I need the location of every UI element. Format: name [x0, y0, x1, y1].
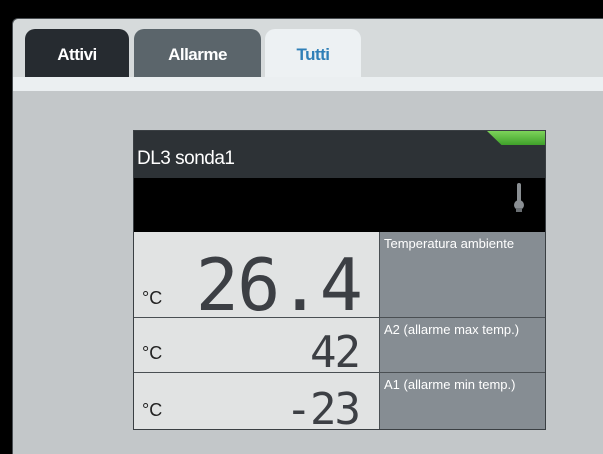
reading-label: A2 (allarme max temp.) [380, 318, 545, 372]
reading-label: A1 (allarme min temp.) [380, 373, 545, 429]
reading-row: °C 26.4 Temperatura ambiente [134, 232, 545, 327]
tab-allarme[interactable]: Allarme [134, 29, 261, 77]
reading-value-cell: °C 26.4 [134, 232, 380, 327]
reading-unit: °C [142, 343, 163, 363]
reading-row: °C 42 A2 (allarme max temp.) [134, 318, 545, 378]
device-header: DL3 sonda1 [134, 131, 545, 178]
reading-unit: °C [142, 288, 163, 308]
device-toolbar [134, 178, 545, 232]
reading-row: °C -23 A1 (allarme min temp.) [134, 373, 545, 435]
reading-value-cell: °C -23 [134, 373, 380, 435]
tab-attivi[interactable]: Attivi [25, 29, 129, 77]
reading-label: Temperatura ambiente [380, 232, 545, 317]
reading-value: 42 [310, 327, 361, 378]
tab-bar: Attivi Allarme Tutti [13, 19, 603, 81]
tab-underline [13, 77, 603, 91]
device-name: DL3 sonda1 [137, 148, 235, 169]
reading-unit: °C [142, 400, 163, 420]
reading-value: 26.4 [195, 243, 363, 327]
device-panel[interactable]: DL3 sonda1 °C 26.4 Temperatura ambiente … [133, 130, 546, 435]
tab-tutti[interactable]: Tutti [265, 29, 361, 81]
reading-value: -23 [285, 384, 361, 435]
status-led [487, 131, 545, 145]
reading-value-cell: °C 42 [134, 318, 380, 378]
thermometer-icon [514, 183, 524, 212]
